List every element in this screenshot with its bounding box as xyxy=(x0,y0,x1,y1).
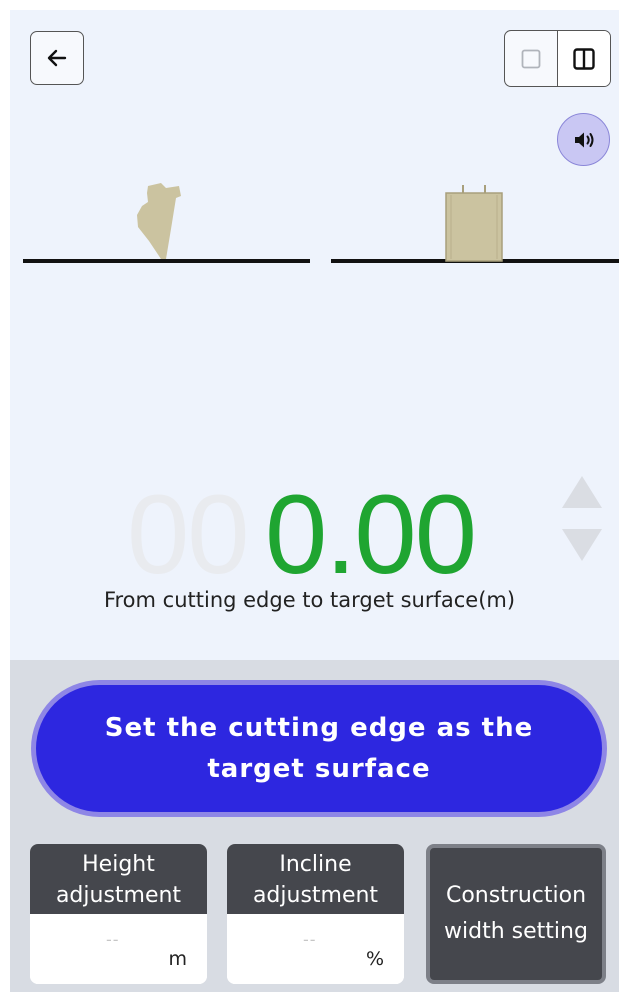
bucket-front-view-icon xyxy=(445,185,503,262)
single-view-button[interactable] xyxy=(505,31,557,86)
incline-adjustment-field[interactable]: -- % xyxy=(227,914,404,984)
split-view-button[interactable] xyxy=(557,31,610,86)
incline-adjustment-value: -- xyxy=(303,930,317,949)
triangle-down-icon xyxy=(562,529,602,561)
incline-adjustment-title: Incline adjustment xyxy=(227,844,404,914)
height-adjustment-value: -- xyxy=(106,930,120,949)
incline-adjustment-unit: % xyxy=(365,948,384,970)
height-adjustment-title: Height adjustment xyxy=(30,844,207,914)
speaker-icon xyxy=(574,132,593,147)
readout-caption: From cutting edge to target surface(m) xyxy=(103,588,516,612)
triangle-up-icon xyxy=(562,476,602,508)
single-view-icon xyxy=(521,49,541,68)
set-target-surface-button[interactable]: Set the cutting edge as the target surfa… xyxy=(31,680,607,817)
set-target-surface-label: Set the cutting edge as the target surfa… xyxy=(36,685,602,812)
view-mode-toggle xyxy=(504,30,611,87)
incline-adjustment-card[interactable]: Incline adjustment -- % xyxy=(227,844,404,984)
sound-button[interactable] xyxy=(557,113,610,166)
height-adjustment-field[interactable]: -- m xyxy=(30,914,207,984)
construction-width-setting-button[interactable]: Construction width setting xyxy=(426,844,606,984)
split-view-icon xyxy=(573,47,595,70)
arrow-left-icon xyxy=(47,49,67,67)
bucket-side-view-icon xyxy=(137,183,181,259)
machine-guidance-screen: 00 0.00 Set the cutting edge as the targ… xyxy=(10,10,619,992)
height-adjustment-unit: m xyxy=(168,948,187,970)
height-adjustment-card[interactable]: Height adjustment -- m xyxy=(30,844,207,984)
bottom-action-panel: Set the cutting edge as the target surfa… xyxy=(10,660,619,992)
back-button[interactable] xyxy=(30,31,84,85)
